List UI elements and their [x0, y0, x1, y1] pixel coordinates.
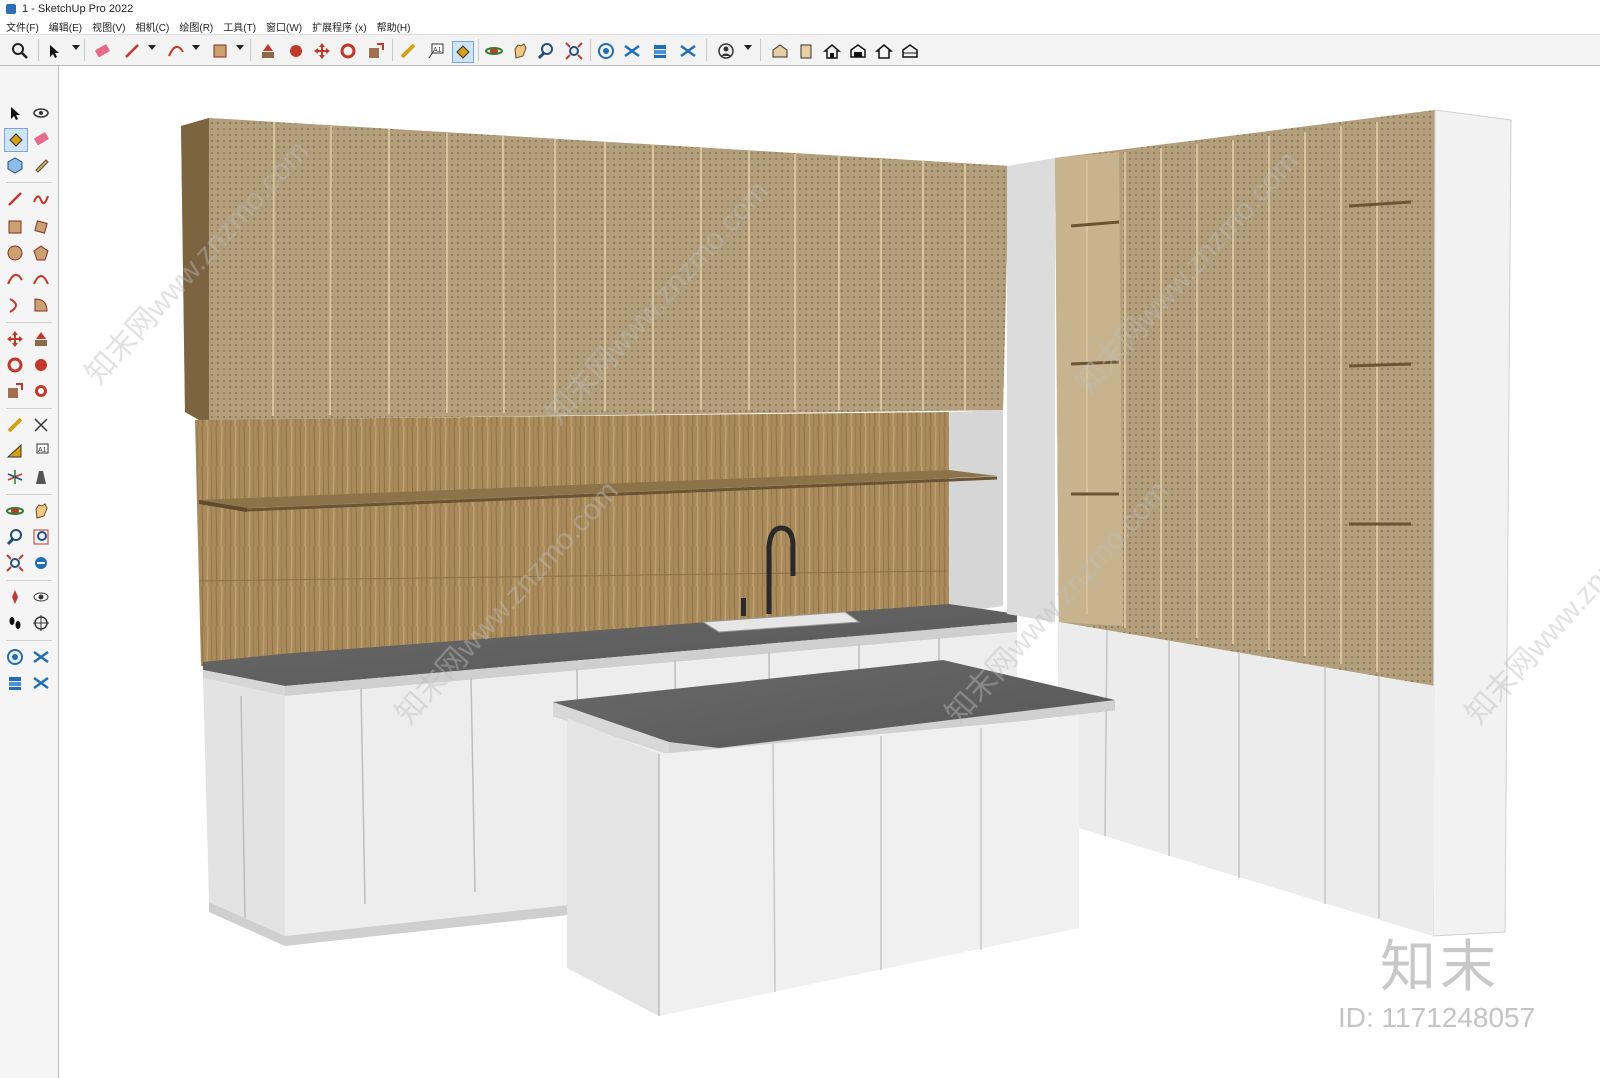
search-icon[interactable]: [10, 41, 30, 61]
warehouse-icon[interactable]: [4, 646, 26, 668]
follow-me-icon[interactable]: [30, 354, 52, 376]
menu-view[interactable]: 视图(V): [92, 19, 125, 34]
brand-watermark: 知末: [1380, 935, 1500, 998]
menu-file[interactable]: 文件(F): [6, 19, 39, 34]
protractor-icon[interactable]: [4, 440, 26, 462]
iso-view-icon[interactable]: [770, 41, 790, 61]
menu-draw[interactable]: 绘图(R): [179, 19, 213, 34]
zoom-icon[interactable]: [536, 41, 556, 61]
paint-bucket-icon[interactable]: [4, 128, 28, 152]
text-icon[interactable]: A1: [426, 41, 446, 61]
extension-icon[interactable]: [30, 646, 52, 668]
follow-me-icon[interactable]: [286, 41, 306, 61]
section-plane-icon[interactable]: [30, 612, 52, 634]
top-view-icon[interactable]: [796, 41, 816, 61]
move-icon[interactable]: [312, 41, 332, 61]
arc-icon[interactable]: [166, 41, 186, 61]
menu-tools[interactable]: 工具(T): [223, 19, 256, 34]
layout-icon[interactable]: [4, 672, 26, 694]
menu-help[interactable]: 帮助(H): [377, 19, 411, 34]
tall-cabinet-right: [1007, 109, 1512, 937]
arc-3pt-icon[interactable]: [4, 294, 26, 316]
pencil-icon[interactable]: [122, 41, 142, 61]
orbit-icon[interactable]: [4, 500, 26, 522]
tape-icon[interactable]: [30, 154, 52, 176]
paint-bucket-icon[interactable]: [452, 41, 474, 63]
scale-icon[interactable]: [366, 41, 386, 61]
tool-palette: A1: [0, 66, 59, 1078]
front-view-icon[interactable]: [822, 41, 842, 61]
main-toolbar: A1: [0, 34, 1600, 66]
arc-2pt-icon[interactable]: [30, 268, 52, 290]
window-title: 1 - SketchUp Pro 2022: [22, 3, 134, 15]
walk-icon[interactable]: [4, 612, 26, 634]
svg-text:A1: A1: [433, 47, 442, 54]
image-id-watermark: ID: 1171248057: [1338, 1002, 1536, 1033]
svg-text:A1: A1: [38, 447, 47, 454]
model-viewport[interactable]: 知末网www.znzmo.com 知末网www.znzmo.com 知末网www…: [59, 66, 1600, 1078]
move-icon[interactable]: [4, 328, 26, 350]
scale-icon[interactable]: [4, 380, 26, 402]
axes-icon[interactable]: [4, 466, 26, 488]
menu-extensions[interactable]: 扩展程序 (x): [312, 19, 366, 34]
eraser-icon[interactable]: [30, 128, 52, 150]
select-icon[interactable]: [4, 102, 26, 124]
freehand-icon[interactable]: [30, 188, 52, 210]
polygon-icon[interactable]: [30, 242, 52, 264]
text-icon[interactable]: A1: [30, 440, 52, 462]
dimension-icon[interactable]: [30, 414, 52, 436]
eraser-icon[interactable]: [92, 41, 112, 61]
back-view-icon[interactable]: [874, 41, 894, 61]
extension-warehouse-icon[interactable]: [622, 41, 642, 61]
menu-bar: 文件(F) 编辑(E) 视图(V) 相机(C) 绘图(R) 工具(T) 窗口(W…: [0, 18, 1600, 34]
title-bar: 1 - SketchUp Pro 2022: [0, 0, 1600, 18]
3d-text-icon[interactable]: [30, 466, 52, 488]
sketchup-logo-icon: [6, 4, 16, 14]
zoom-extents-icon[interactable]: [4, 552, 26, 574]
previous-icon[interactable]: [30, 552, 52, 574]
rectangle-icon[interactable]: [4, 216, 26, 238]
select-icon[interactable]: [44, 41, 64, 61]
orbit-icon[interactable]: [30, 102, 52, 124]
push-pull-icon[interactable]: [30, 328, 52, 350]
tape-measure-icon[interactable]: [398, 41, 418, 61]
arc-icon[interactable]: [4, 268, 26, 290]
send-to-layout-icon[interactable]: [678, 41, 698, 61]
tape-measure-icon[interactable]: [4, 414, 26, 436]
offset-icon[interactable]: [30, 380, 52, 402]
user-icon[interactable]: [716, 41, 736, 61]
menu-camera[interactable]: 相机(C): [135, 19, 169, 34]
left-view-icon[interactable]: [900, 41, 920, 61]
circle-icon[interactable]: [4, 242, 26, 264]
pie-icon[interactable]: [30, 294, 52, 316]
rotate-icon[interactable]: [338, 41, 358, 61]
rotated-rectangle-icon[interactable]: [30, 216, 52, 238]
kitchen-island: [553, 660, 1115, 1016]
push-pull-icon[interactable]: [258, 41, 278, 61]
kitchen-model-render: 知末网www.znzmo.com 知末网www.znzmo.com 知末网www…: [80, 109, 1600, 1016]
look-around-icon[interactable]: [30, 586, 52, 608]
line-icon[interactable]: [4, 188, 26, 210]
component-icon[interactable]: [4, 154, 26, 176]
zoom-icon[interactable]: [4, 526, 26, 548]
send-icon[interactable]: [30, 672, 52, 694]
rectangle-icon[interactable]: [210, 41, 230, 61]
orbit-icon[interactable]: [484, 41, 504, 61]
rotate-icon[interactable]: [4, 354, 26, 376]
pan-icon[interactable]: [30, 500, 52, 522]
zoom-extents-icon[interactable]: [564, 41, 584, 61]
position-camera-icon[interactable]: [4, 586, 26, 608]
pan-icon[interactable]: [510, 41, 530, 61]
menu-edit[interactable]: 编辑(E): [49, 19, 82, 34]
zoom-window-icon[interactable]: [30, 526, 52, 548]
right-view-icon[interactable]: [848, 41, 868, 61]
warehouse-icon[interactable]: [596, 41, 616, 61]
menu-window[interactable]: 窗口(W): [266, 19, 302, 34]
layout-icon[interactable]: [650, 41, 670, 61]
